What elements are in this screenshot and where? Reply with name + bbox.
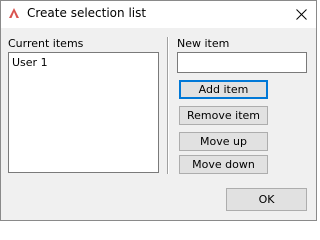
create-selection-list-dialog: Create selection list Current items User… <box>0 0 317 221</box>
close-button[interactable] <box>287 1 316 28</box>
ok-button[interactable]: OK <box>226 188 307 211</box>
remove-item-button[interactable]: Remove item <box>179 106 268 125</box>
close-icon <box>296 9 307 20</box>
app-logo-icon <box>8 7 20 19</box>
move-down-button[interactable]: Move down <box>179 155 268 174</box>
title-bar: Create selection list <box>1 1 316 28</box>
add-item-button[interactable]: Add item <box>179 80 268 99</box>
list-item[interactable]: User 1 <box>12 56 48 69</box>
current-items-label: Current items <box>8 37 84 50</box>
move-up-button[interactable]: Move up <box>179 132 268 151</box>
new-item-label: New item <box>177 37 230 50</box>
current-items-list[interactable]: User 1 <box>8 52 159 173</box>
vertical-divider <box>167 37 169 174</box>
window-title: Create selection list <box>27 6 147 20</box>
new-item-input[interactable] <box>177 52 307 73</box>
